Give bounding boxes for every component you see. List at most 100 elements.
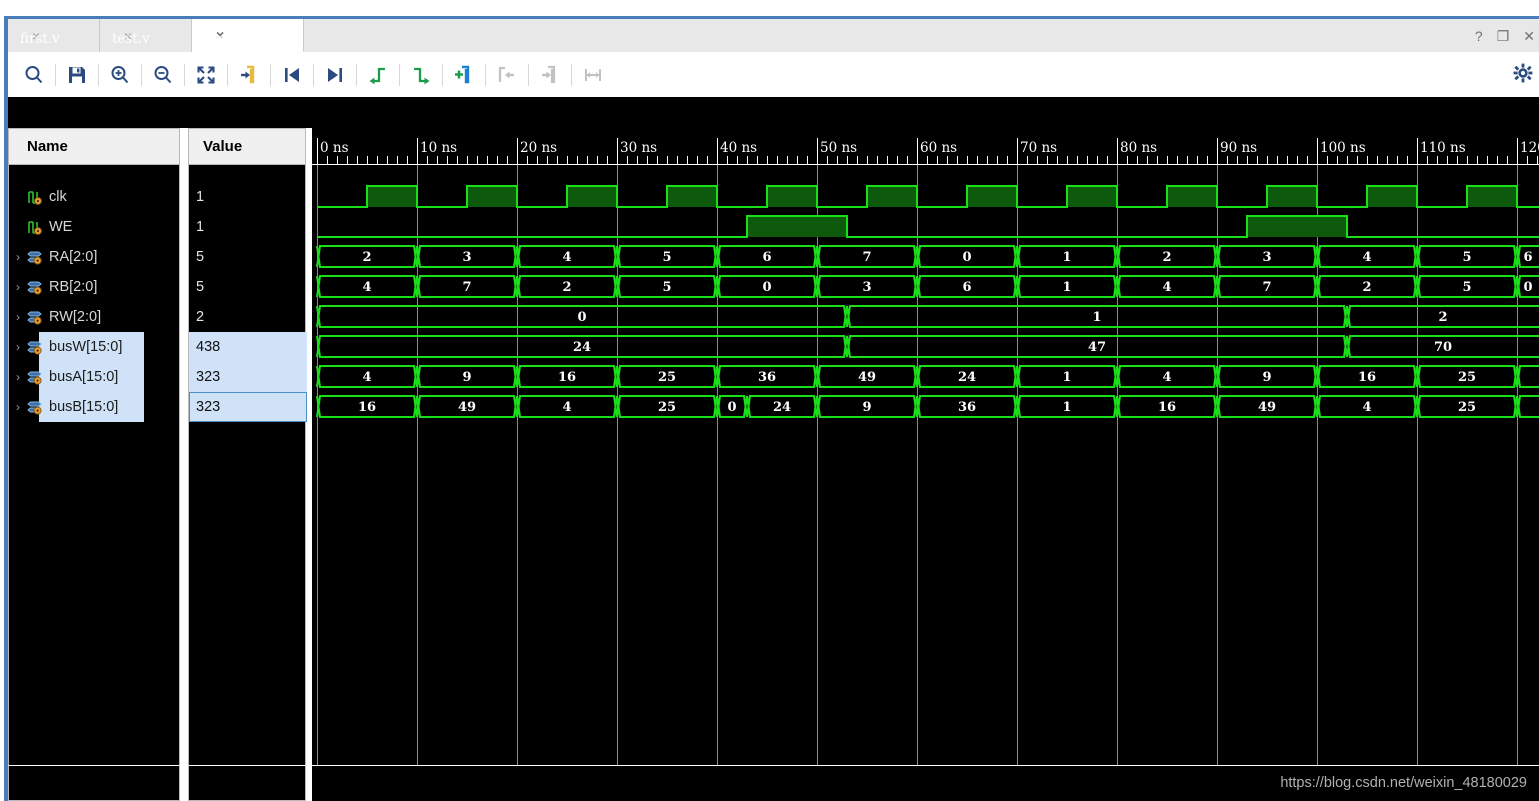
settings-gear-icon[interactable] bbox=[1513, 63, 1533, 88]
signal-value-cell[interactable]: 1 bbox=[189, 212, 307, 242]
tab-testv[interactable]: test.v × bbox=[100, 19, 192, 52]
signal-value-cell[interactable]: 5 bbox=[189, 242, 307, 272]
svg-text:9: 9 bbox=[462, 370, 471, 385]
svg-text:0: 0 bbox=[762, 280, 771, 295]
ruler-minor-tick bbox=[1447, 156, 1448, 164]
toolbar-separator bbox=[528, 63, 529, 86]
chevron-right-icon[interactable]: › bbox=[9, 400, 27, 414]
signal-row-we[interactable]: WE bbox=[9, 212, 181, 242]
signal-row-rw20[interactable]: › RW[2:0] bbox=[9, 302, 181, 332]
ruler-minor-tick bbox=[967, 156, 968, 164]
ruler-minor-tick bbox=[937, 156, 938, 164]
ruler-minor-tick bbox=[547, 156, 548, 164]
ruler-minor-tick bbox=[737, 156, 738, 164]
ruler-time-label: 10 ns bbox=[420, 140, 458, 156]
ruler-minor-tick bbox=[1337, 156, 1338, 164]
window-controls: ? ❐ ✕ bbox=[1475, 19, 1539, 52]
ruler-minor-tick bbox=[1397, 156, 1398, 164]
signal-value-cell[interactable]: 323 bbox=[189, 392, 307, 422]
svg-text:5: 5 bbox=[1462, 250, 1471, 265]
signal-name-panel[interactable]: clk WE › RA[2:0] › RB[2:0] › RW[2:0] › busW[15:0]… bbox=[8, 165, 180, 765]
tab-untitled4[interactable]: Untitled 4* × bbox=[192, 19, 304, 52]
signal-name-label: busB[15:0] bbox=[49, 399, 119, 415]
search-icon[interactable] bbox=[14, 53, 54, 97]
ruler-minor-tick bbox=[447, 156, 448, 164]
signal-row-busa150[interactable]: › busA[15:0] bbox=[9, 362, 181, 392]
signal-value-cell[interactable]: 323 bbox=[189, 362, 307, 392]
ruler-minor-tick bbox=[987, 156, 988, 164]
close-button[interactable]: ✕ bbox=[1523, 29, 1535, 43]
ruler-minor-tick bbox=[997, 156, 998, 164]
snap-to-transition-icon[interactable] bbox=[229, 53, 269, 97]
signal-value-text: 438 bbox=[196, 339, 221, 355]
ruler-time-label: 30 ns bbox=[620, 140, 658, 156]
svg-text:24: 24 bbox=[573, 340, 591, 355]
ruler-minor-tick bbox=[1247, 156, 1248, 164]
svg-text:4: 4 bbox=[562, 250, 571, 265]
signal-value-cell[interactable]: 438 bbox=[189, 332, 307, 362]
ruler-major-tick bbox=[1417, 138, 1418, 165]
signal-row-ra20[interactable]: › RA[2:0] bbox=[9, 242, 181, 272]
signal-value-panel[interactable]: 1 1 5 5 2 438 323 323 bbox=[188, 165, 307, 765]
bus-trace-busw150: 24 47 70 bbox=[316, 335, 1539, 358]
chevron-right-icon[interactable]: › bbox=[9, 340, 27, 354]
svg-text:0: 0 bbox=[962, 250, 971, 265]
ruler-time-label: 80 ns bbox=[1120, 140, 1158, 156]
ruler-time-label: 50 ns bbox=[820, 140, 858, 156]
signal-row-rb20[interactable]: › RB[2:0] bbox=[9, 272, 181, 302]
ruler-minor-tick bbox=[887, 156, 888, 164]
ruler-minor-tick bbox=[607, 156, 608, 164]
zoom-fit-icon[interactable] bbox=[186, 53, 226, 97]
zoom-in-icon[interactable] bbox=[100, 53, 140, 97]
ruler-minor-tick bbox=[587, 156, 588, 164]
signal-row-busw150[interactable]: › busW[15:0] bbox=[9, 332, 181, 362]
next-transition-icon[interactable] bbox=[401, 53, 441, 97]
svg-text:1: 1 bbox=[1062, 370, 1071, 385]
zoom-out-icon[interactable] bbox=[143, 53, 183, 97]
go-to-start-icon[interactable] bbox=[272, 53, 312, 97]
bit-signal-icon bbox=[27, 190, 44, 205]
go-to-end-icon[interactable] bbox=[315, 53, 355, 97]
ruler-time-label: 60 ns bbox=[920, 140, 958, 156]
svg-text:4: 4 bbox=[1162, 280, 1171, 295]
waveform-canvas[interactable]: 0 ns 10 ns 20 ns 30 ns 40 ns 50 ns 60 ns 70 ns 8… bbox=[312, 128, 1539, 765]
ruler-minor-tick bbox=[907, 156, 908, 164]
ruler-minor-tick bbox=[477, 156, 478, 164]
svg-text:9: 9 bbox=[1262, 370, 1271, 385]
bus-trace-rb20: 4 7 2 5 0 3 6 1 4 7 2 5 0 bbox=[316, 275, 1539, 298]
svg-text:0: 0 bbox=[577, 310, 586, 325]
chevron-right-icon[interactable]: › bbox=[9, 250, 27, 264]
ruler-minor-tick bbox=[1287, 156, 1288, 164]
ruler-time-label: 70 ns bbox=[1020, 140, 1058, 156]
ruler-minor-tick bbox=[407, 156, 408, 164]
signal-value-cell[interactable]: 5 bbox=[189, 272, 307, 302]
toolbar-separator bbox=[55, 63, 56, 86]
chevron-right-icon[interactable]: › bbox=[9, 370, 27, 384]
column-header-value[interactable]: Value bbox=[188, 128, 306, 165]
signal-value-cell[interactable]: 1 bbox=[189, 182, 307, 212]
ruler-minor-tick bbox=[627, 156, 628, 164]
ruler-minor-tick bbox=[687, 156, 688, 164]
restore-button[interactable]: ❐ bbox=[1497, 29, 1510, 43]
chevron-right-icon[interactable]: › bbox=[9, 310, 27, 324]
ruler-minor-tick bbox=[807, 156, 808, 164]
ruler-minor-tick bbox=[467, 156, 468, 164]
column-header-name[interactable]: Name bbox=[8, 128, 180, 165]
ruler-minor-tick bbox=[647, 156, 648, 164]
ruler-minor-tick bbox=[1457, 156, 1458, 164]
ruler-minor-tick bbox=[1087, 156, 1088, 164]
signal-row-clk[interactable]: clk bbox=[9, 182, 181, 212]
svg-text:2: 2 bbox=[1362, 280, 1371, 295]
signal-value-cell[interactable]: 2 bbox=[189, 302, 307, 332]
chevron-right-icon[interactable]: › bbox=[9, 280, 27, 294]
ruler-minor-tick bbox=[1257, 156, 1258, 164]
save-icon[interactable] bbox=[57, 53, 97, 97]
signal-row-busb150[interactable]: › busB[15:0] bbox=[9, 392, 181, 422]
help-button[interactable]: ? bbox=[1475, 29, 1483, 43]
tab-firstv[interactable]: first.v × bbox=[8, 19, 100, 52]
toolbar-separator bbox=[485, 63, 486, 86]
add-marker-icon[interactable] bbox=[444, 53, 484, 97]
ruler-time-label: 100 ns bbox=[1320, 140, 1366, 156]
svg-text:49: 49 bbox=[1258, 400, 1276, 415]
previous-transition-icon[interactable] bbox=[358, 53, 398, 97]
